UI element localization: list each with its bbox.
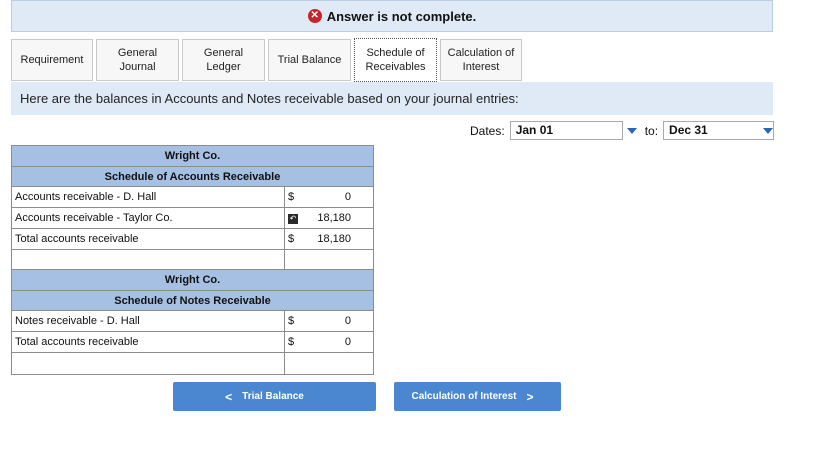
tab-label: Trial Balance: [277, 54, 342, 66]
undo-icon[interactable]: ↶: [288, 214, 298, 224]
schedule-company: Wright Co.: [11, 269, 374, 291]
dates-label: Dates:: [470, 123, 505, 138]
schedule-title: Schedule of Notes Receivable: [11, 290, 374, 311]
schedule-company: Wright Co.: [11, 145, 374, 167]
tab-label: Schedule of: [366, 47, 425, 59]
row-label: Notes receivable - D. Hall: [11, 310, 285, 332]
answer-status-banner: ✕ Answer is not complete.: [11, 0, 773, 32]
currency-symbol: $: [284, 331, 300, 353]
tab-label: Journal: [119, 61, 156, 73]
tab-label: Interest: [462, 61, 500, 73]
date-to-select[interactable]: Dec 31: [663, 121, 775, 140]
chevron-right-icon: >: [526, 389, 534, 404]
amount-input[interactable]: 0: [299, 186, 374, 208]
currency-symbol: $: [284, 186, 300, 208]
currency-symbol: $: [284, 228, 300, 250]
prev-button-label: Trial Balance: [242, 391, 304, 402]
row-label: Total accounts receivable: [11, 228, 285, 250]
row-label: Accounts receivable - D. Hall: [11, 186, 285, 208]
currency-cell: ↶: [284, 207, 300, 229]
to-label: to:: [644, 123, 659, 138]
tab-general-ledger[interactable]: General Ledger: [182, 39, 265, 81]
row-label[interactable]: [11, 352, 285, 375]
instruction-bar: Here are the balances in Accounts and No…: [11, 82, 773, 115]
tab-schedule-of-receivables[interactable]: Schedule of Receivables: [354, 38, 437, 82]
tab-requirement[interactable]: Requirement: [11, 39, 93, 81]
table-row: Notes receivable - D. Hall $ 0: [11, 310, 374, 332]
schedule-title: Schedule of Accounts Receivable: [11, 166, 374, 187]
tab-label: Calculation of: [447, 47, 515, 59]
banner-text: Answer is not complete.: [326, 8, 477, 24]
tab-label: General: [117, 47, 158, 59]
tab-general-journal[interactable]: General Journal: [96, 39, 179, 81]
amount-input[interactable]: 0: [299, 331, 374, 353]
amount-input[interactable]: [284, 352, 374, 375]
table-row: Accounts receivable - Taylor Co. ↶ 18,18…: [11, 207, 374, 229]
instruction-text: Here are the balances in Accounts and No…: [20, 91, 519, 106]
table-row: Total accounts receivable $ 0: [11, 331, 374, 353]
error-x-icon: ✕: [307, 9, 322, 23]
tab-label: General: [203, 47, 244, 59]
table-row: Accounts receivable - D. Hall $ 0: [11, 186, 374, 208]
tab-trial-balance[interactable]: Trial Balance: [268, 39, 351, 81]
chevron-down-icon[interactable]: [763, 127, 774, 134]
tab-label: Requirement: [20, 54, 84, 66]
row-label: Accounts receivable - Taylor Co.: [11, 207, 285, 229]
tab-bar: Requirement General Journal General Ledg…: [11, 38, 525, 82]
table-row: Total accounts receivable $ 18,180: [11, 228, 374, 250]
chevron-left-icon: <: [225, 389, 233, 404]
chevron-down-icon[interactable]: [626, 127, 637, 134]
next-calculation-of-interest-button[interactable]: Calculation of Interest >: [394, 382, 561, 411]
prev-trial-balance-button[interactable]: < Trial Balance: [173, 382, 376, 411]
row-label: Total accounts receivable: [11, 331, 285, 353]
notes-receivable-schedule: Wright Co. Schedule of Notes Receivable …: [11, 269, 374, 375]
tab-label: Ledger: [206, 61, 241, 73]
amount-input[interactable]: 18,180: [299, 207, 374, 229]
currency-symbol: $: [284, 310, 300, 332]
amount-input[interactable]: 18,180: [299, 228, 374, 250]
accounts-receivable-schedule: Wright Co. Schedule of Accounts Receivab…: [11, 145, 374, 272]
amount-input[interactable]: 0: [299, 310, 374, 332]
tab-calculation-of-interest[interactable]: Calculation of Interest: [440, 39, 522, 81]
table-row: [11, 352, 374, 375]
next-button-label: Calculation of Interest: [411, 391, 517, 402]
date-range: Dates: Jan 01 to: Dec 31: [470, 121, 781, 140]
tab-label: Receivables: [365, 61, 426, 73]
date-from-select[interactable]: Jan 01: [509, 121, 623, 140]
